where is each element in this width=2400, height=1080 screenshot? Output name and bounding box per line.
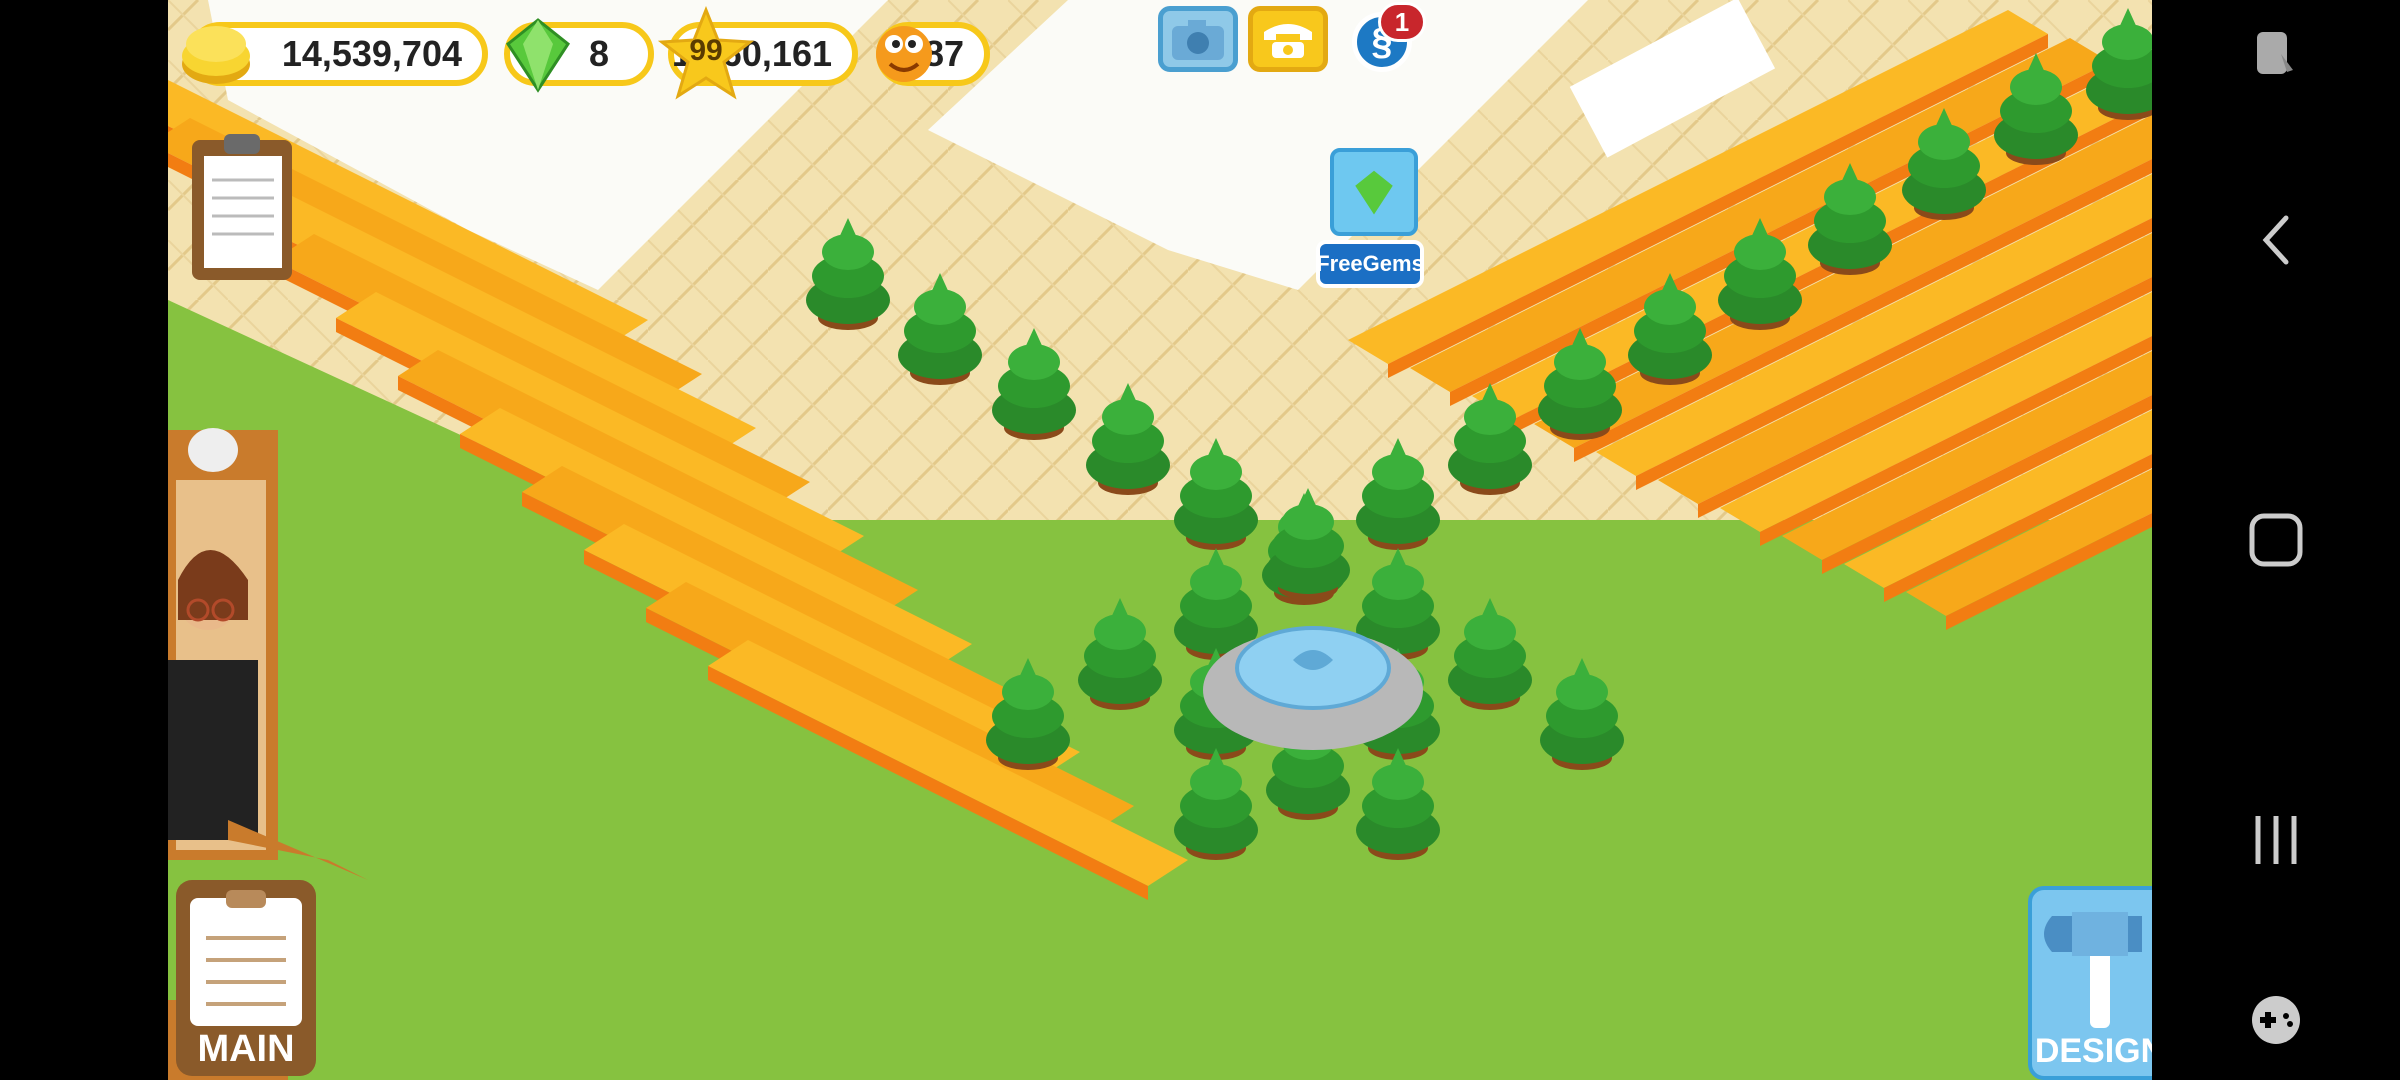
free-gems-label: FreeGems xyxy=(1316,240,1424,288)
camera-icon xyxy=(1172,20,1224,60)
gem-icon xyxy=(498,14,578,94)
camera-button[interactable] xyxy=(1158,6,1238,72)
topiary-tree xyxy=(1356,748,1440,860)
coins-value: 14,539,704 xyxy=(281,33,462,74)
gamepad-icon xyxy=(2252,996,2300,1044)
notification-badge: 1 xyxy=(1378,2,1426,42)
design-label: DESIGN xyxy=(2034,1032,2152,1070)
main-label: MAIN xyxy=(197,1028,295,1070)
back-chevron-icon xyxy=(2262,215,2289,265)
main-menu-button[interactable]: MAIN xyxy=(176,880,316,1076)
game-tools-button[interactable] xyxy=(2224,970,2328,1070)
coin-icon xyxy=(176,14,256,94)
recents-button[interactable] xyxy=(2224,790,2328,890)
screen-edit-button[interactable] xyxy=(2224,6,2328,106)
topiary-tree xyxy=(1448,598,1532,710)
system-nav-bar xyxy=(2152,0,2400,1080)
hammer-icon xyxy=(2044,912,2142,1028)
clipboard-icon xyxy=(192,134,292,280)
topiary-tree xyxy=(1540,658,1624,770)
quest-clipboard-button[interactable] xyxy=(188,130,298,286)
pen-tablet-icon xyxy=(2257,32,2293,74)
free-gems-button[interactable]: FreeGems xyxy=(1316,130,1424,288)
clipboard-icon xyxy=(190,890,302,1026)
tv-gem-icon xyxy=(1330,148,1418,236)
home-square-icon xyxy=(2249,513,2303,567)
restaurant-scene[interactable] xyxy=(168,0,2152,1080)
level-value: 99 xyxy=(689,34,723,67)
gems-value: 8 xyxy=(588,33,610,74)
recents-icon xyxy=(2255,816,2297,864)
home-button[interactable] xyxy=(2224,490,2328,590)
phone-icon xyxy=(1264,24,1312,58)
topiary-tree xyxy=(1174,748,1258,860)
friend-face-icon xyxy=(872,10,936,94)
design-button[interactable]: DESIGN xyxy=(2028,886,2152,1080)
game-viewport[interactable]: 14,539,704 8 1,860,161 99 87 § 1 FreeGem… xyxy=(168,0,2152,1080)
back-button[interactable] xyxy=(2224,190,2328,290)
phone-button[interactable] xyxy=(1248,6,1328,72)
